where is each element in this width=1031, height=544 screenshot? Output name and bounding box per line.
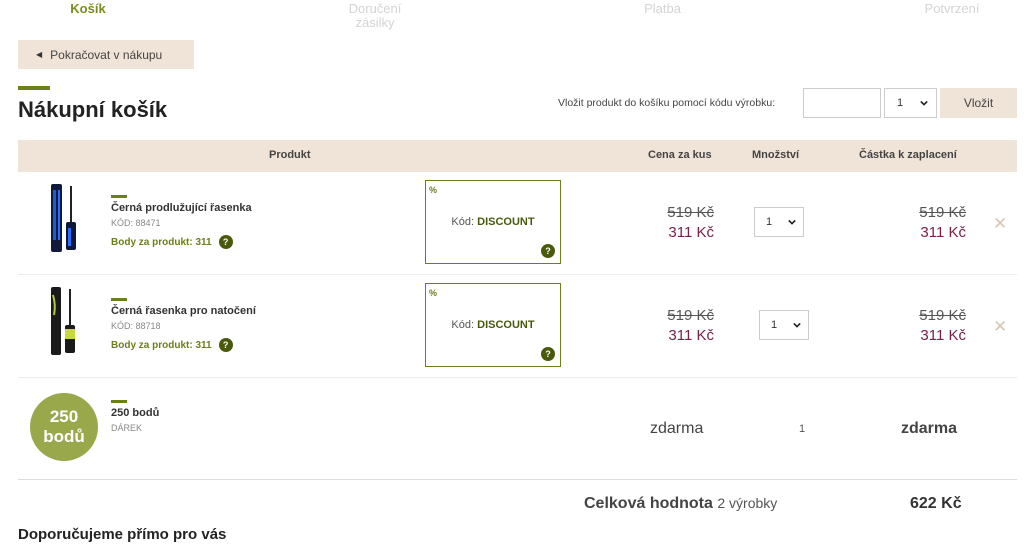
product-name[interactable]: Černá prodlužující řasenka (111, 202, 252, 214)
remove-icon[interactable]: ✕ (993, 317, 1007, 337)
recommendations-heading: Doporučujeme přímo pro vás (18, 526, 227, 543)
product-code-qty-value: 1 (897, 97, 904, 109)
product-points-label: Body za produkt: 311 (111, 339, 212, 351)
product-points: Body za produkt: 311 ? (111, 235, 233, 249)
step-payment[interactable]: Platba (630, 2, 695, 16)
gift-row: 250 bodů 250 bodů DÁREK zdarma 1 zdarma (18, 378, 1017, 480)
total-label-text: Celková hodnota (584, 495, 713, 512)
insert-product-button[interactable]: Vložit (940, 88, 1017, 118)
product-code-qty-select[interactable]: 1 (884, 88, 937, 118)
header-amount: Částka k zaplacení (859, 149, 957, 161)
cart-item-row: Černá řasenka pro natočení KÓD: 88718 Bo… (18, 275, 1017, 378)
discount-code: Kód: DISCOUNT (426, 216, 560, 228)
cart-item-row: Černá prodlužující řasenka KÓD: 88471 Bo… (18, 172, 1017, 275)
header-unit-price: Cena za kus (648, 149, 712, 161)
page-title: Nákupní košík (18, 97, 168, 122)
line-total-old: 519 Kč (919, 307, 966, 324)
total-item-count: 2 výrobky (717, 495, 778, 511)
chevron-down-icon (920, 100, 928, 106)
checkout-steps: Košík Doručení zásilky Platba Potvrzení (0, 0, 1031, 34)
discount-code-label: Kód: (451, 319, 475, 331)
discount-code: Kód: DISCOUNT (426, 319, 560, 331)
cart-table-header: Produkt Cena za kus Množství Částka k za… (18, 140, 1017, 172)
total-value: 622 Kč (910, 495, 962, 512)
caret-left-icon: ◀ (36, 50, 43, 59)
product-points: Body za produkt: 311 ? (111, 338, 233, 352)
product-code-label: Vložit produkt do košíku pomocí kódu výr… (558, 97, 776, 109)
product-accent-bar (111, 400, 127, 403)
title-accent-bar (18, 86, 50, 90)
gift-quantity: 1 (799, 423, 806, 435)
header-quantity: Množství (752, 149, 800, 161)
unit-price-new: 311 Kč (668, 327, 714, 344)
unit-price-old: 519 Kč (667, 204, 714, 221)
quantity-value: 1 (766, 216, 773, 228)
discount-box: % Kód: DISCOUNT ? (425, 180, 561, 264)
discount-code-value: DISCOUNT (477, 216, 535, 228)
step-confirmation[interactable]: Potvrzení (912, 2, 992, 16)
step-delivery[interactable]: Doručení zásilky (335, 2, 415, 30)
discount-box: % Kód: DISCOUNT ? (425, 283, 561, 367)
gift-type: DÁREK (111, 423, 143, 433)
gift-unit-price: zdarma (650, 420, 704, 437)
quantity-select[interactable]: 1 (754, 207, 804, 237)
help-icon[interactable]: ? (541, 347, 555, 361)
product-points-label: Body za produkt: 311 (111, 236, 212, 248)
line-total-old: 519 Kč (919, 204, 966, 221)
continue-shopping-button[interactable]: ◀ Pokračovat v nákupu (18, 40, 194, 69)
percent-icon: % (429, 288, 438, 298)
remove-icon[interactable]: ✕ (993, 214, 1007, 234)
help-icon[interactable]: ? (218, 235, 233, 249)
discount-code-label: Kód: (451, 216, 475, 228)
continue-shopping-label: Pokračovat v nákupu (50, 47, 163, 62)
header-product: Produkt (269, 149, 311, 161)
product-image (51, 184, 76, 252)
chevron-down-icon (793, 322, 801, 328)
step-cart[interactable]: Košík (58, 2, 118, 16)
product-name[interactable]: Černá řasenka pro natočení (111, 305, 256, 317)
line-total-new: 311 Kč (920, 327, 966, 344)
gift-total: zdarma (901, 420, 958, 437)
help-icon[interactable]: ? (541, 244, 555, 258)
unit-price-new: 311 Kč (668, 224, 714, 241)
quantity-value: 1 (771, 319, 778, 331)
unit-price-old: 519 Kč (667, 307, 714, 324)
line-total-new: 311 Kč (920, 224, 966, 241)
chevron-down-icon (788, 219, 796, 225)
gift-name: 250 bodů (111, 407, 160, 419)
quantity-select[interactable]: 1 (759, 310, 809, 340)
total-label: Celková hodnota 2 výrobky (584, 495, 777, 513)
percent-icon: % (429, 185, 438, 195)
product-code: KÓD: 88718 (111, 321, 161, 331)
product-code-input[interactable] (803, 88, 881, 118)
product-accent-bar (111, 195, 127, 198)
points-gift-badge: 250 bodů (30, 393, 98, 461)
gift-badge-number: 250 (49, 407, 79, 426)
gift-badge-unit: bodů (43, 427, 85, 446)
product-image (51, 287, 75, 355)
product-accent-bar (111, 298, 127, 301)
product-code: KÓD: 88471 (111, 218, 161, 228)
help-icon[interactable]: ? (218, 338, 233, 352)
discount-code-value: DISCOUNT (477, 319, 535, 331)
